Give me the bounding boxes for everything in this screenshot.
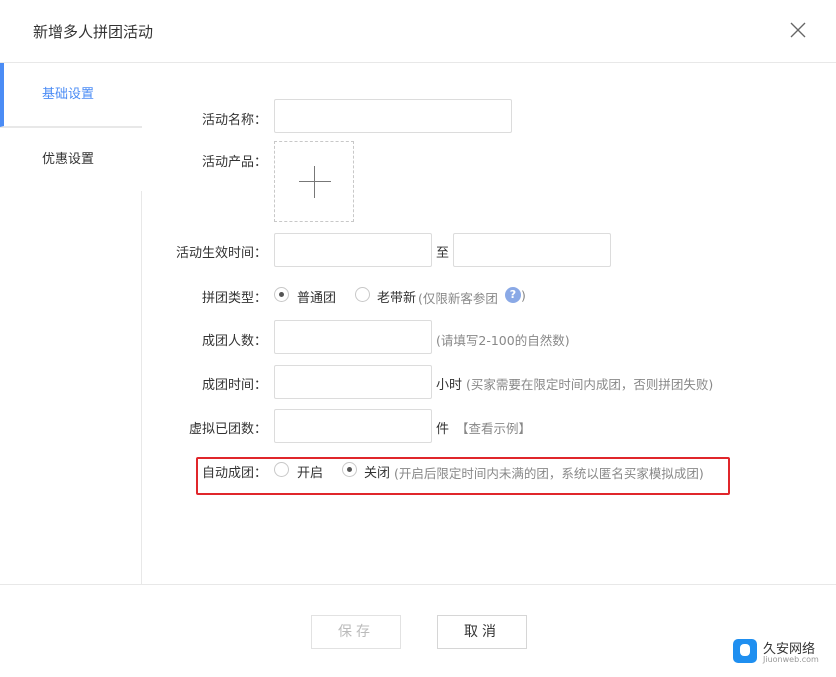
cancel-button[interactable]: 取消 xyxy=(437,615,527,649)
close-icon xyxy=(790,22,806,38)
group-time-unit: 小时 xyxy=(436,378,463,393)
virtual-groups-label: 虚拟已团数： xyxy=(188,422,267,437)
group-time-input[interactable] xyxy=(274,365,432,399)
group-time-label: 成团时间： xyxy=(201,378,267,393)
dialog-header: 新增多人拼团活动 xyxy=(0,0,836,63)
close-button[interactable] xyxy=(788,20,808,40)
auto-group-hint: (开启后限定时间内未满的团，系统以匿名买家模拟成团) xyxy=(394,466,704,481)
time-separator: 至 xyxy=(436,246,450,261)
radio-normal-group-label: 普通团 xyxy=(297,291,337,306)
virtual-groups-unit: 件 xyxy=(436,422,450,437)
radio-old-new-group[interactable] xyxy=(355,287,370,302)
valid-time-label: 活动生效时间： xyxy=(175,246,267,261)
virtual-groups-input[interactable] xyxy=(274,409,432,443)
watermark: 久安网络 Jiuonweb.com xyxy=(733,637,829,669)
product-upload-button[interactable] xyxy=(274,141,354,222)
group-size-input[interactable] xyxy=(274,320,432,354)
plus-icon xyxy=(299,181,331,182)
tab-discount-settings[interactable]: 优惠设置 xyxy=(0,127,142,191)
radio-auto-group-off[interactable] xyxy=(342,462,357,477)
radio-normal-group[interactable] xyxy=(274,287,289,302)
question-circle-icon[interactable]: ? xyxy=(505,287,521,303)
auto-group-label: 自动成团： xyxy=(201,466,267,481)
activity-product-label: 活动产品： xyxy=(201,155,267,170)
dialog-title: 新增多人拼团活动 xyxy=(33,23,154,41)
radio-auto-group-on[interactable] xyxy=(274,462,289,477)
activity-name-input[interactable] xyxy=(274,99,512,133)
dialog-footer xyxy=(0,584,836,677)
radio-auto-group-off-label: 关闭 xyxy=(364,466,391,481)
radio-old-new-group-label: 老带新 xyxy=(377,291,417,306)
group-time-hint: (买家需要在限定时间内成团，否则拼团失败) xyxy=(466,377,714,392)
group-type-hint-close: ) xyxy=(521,288,526,303)
watermark-subtitle: Jiuonweb.com xyxy=(763,655,819,664)
view-example-link[interactable]: 【查看示例】 xyxy=(456,418,531,437)
save-button[interactable]: 保存 xyxy=(311,615,401,649)
tab-basic-settings[interactable]: 基础设置 xyxy=(0,63,142,127)
radio-auto-group-on-label: 开启 xyxy=(297,466,324,481)
activity-name-label: 活动名称： xyxy=(201,113,267,128)
group-type-hint: (仅限新客参团 xyxy=(418,291,498,306)
end-time-input[interactable] xyxy=(453,233,611,267)
group-type-label: 拼团类型： xyxy=(201,291,267,306)
group-size-label: 成团人数： xyxy=(201,334,267,349)
start-time-input[interactable] xyxy=(274,233,432,267)
logo-icon xyxy=(733,639,757,663)
sidebar: 基础设置 优惠设置 xyxy=(0,63,142,584)
group-size-hint: (请填写2-100的自然数) xyxy=(436,333,570,348)
